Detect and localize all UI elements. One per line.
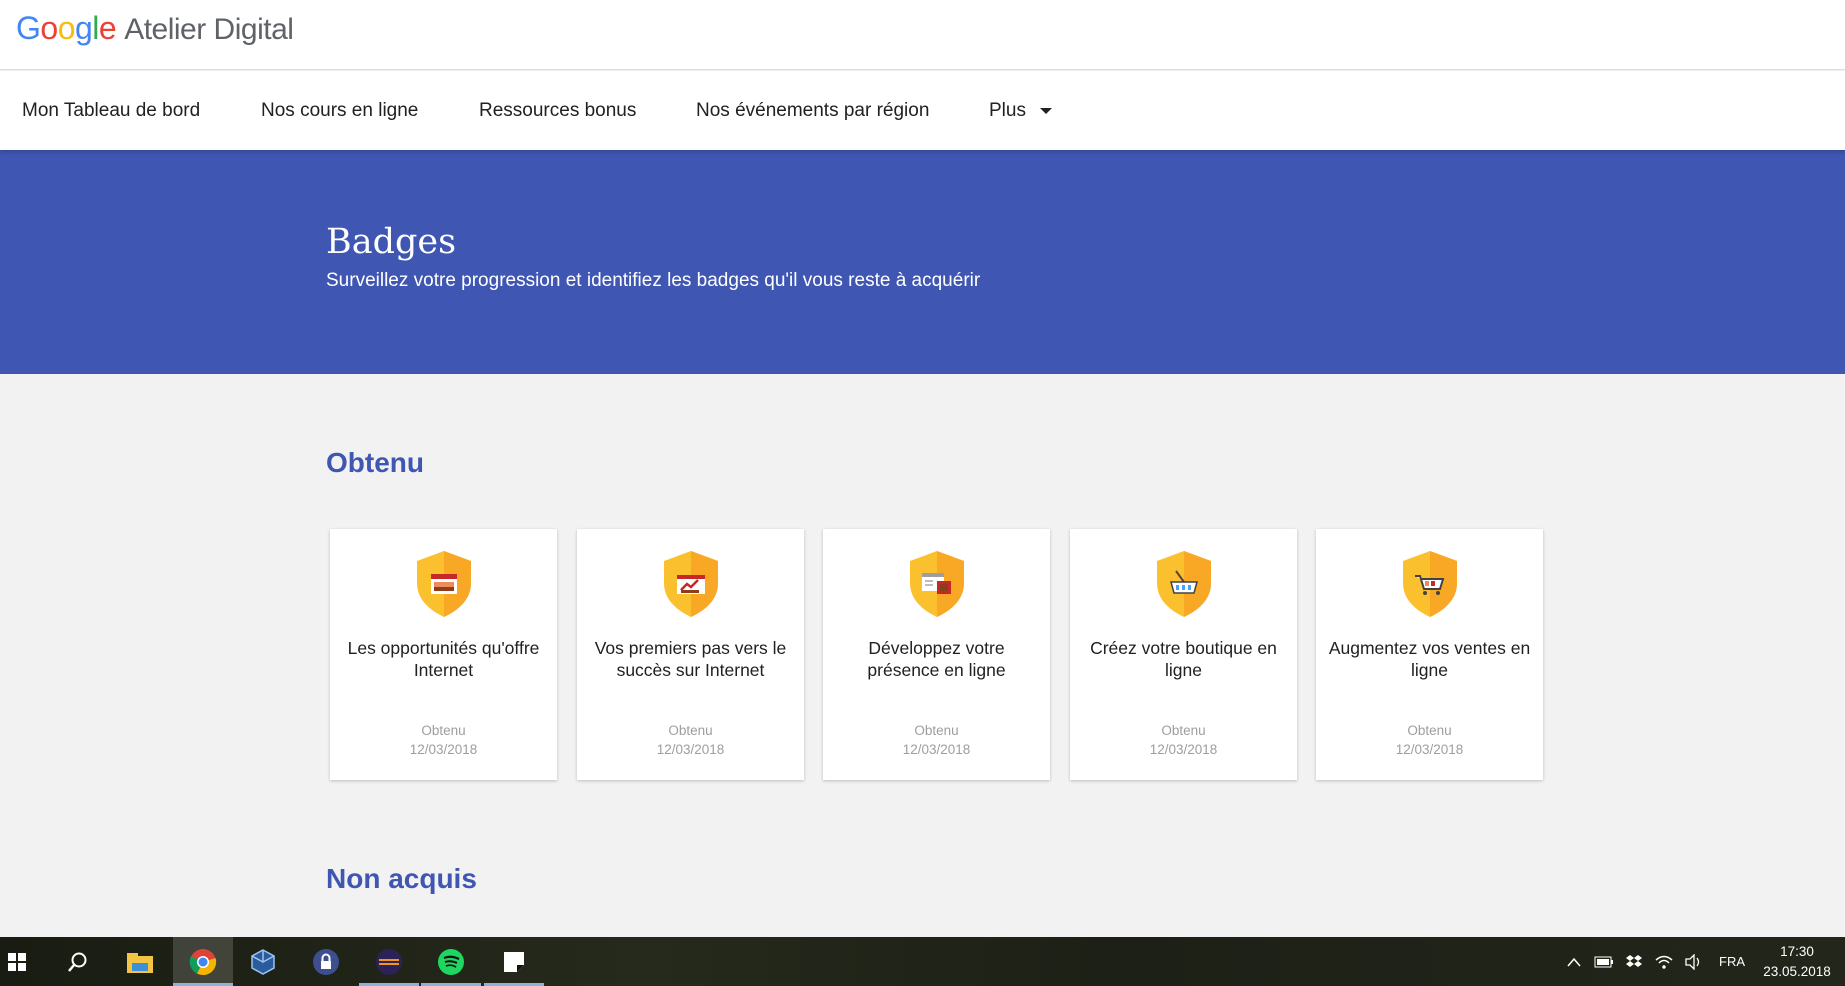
badge-card[interactable]: Développez votre présence en ligne Obten… — [823, 529, 1050, 780]
badge-date: 12/03/2018 — [902, 742, 971, 757]
basket-icon — [1157, 551, 1211, 617]
badge-date: 12/03/2018 — [1395, 742, 1464, 757]
language-indicator[interactable]: FRA — [1712, 937, 1752, 986]
page-subtitle: Surveillez votre progression et identifi… — [326, 270, 981, 291]
badge-card[interactable]: Vos premiers pas vers le succès sur Inte… — [577, 529, 804, 780]
logo-product-name: Atelier Digital — [124, 13, 294, 46]
keepass-icon[interactable] — [296, 937, 356, 986]
badge-name: Vos premiers pas vers le succès sur Inte… — [594, 638, 787, 680]
chrome-icon[interactable] — [173, 937, 233, 986]
battery-icon[interactable] — [1592, 937, 1616, 986]
google-wordmark: Google — [16, 10, 117, 46]
google-atelier-digital-logo[interactable]: Google Atelier Digital — [16, 10, 294, 47]
badge-name: Créez votre boutique en ligne — [1090, 638, 1277, 680]
badge-status: Obtenu 12/03/2018 — [330, 721, 557, 759]
eclipse-icon[interactable] — [359, 937, 419, 986]
badge-date: 12/03/2018 — [409, 742, 478, 757]
webpage-icon — [417, 551, 471, 617]
start-icon[interactable] — [0, 937, 34, 986]
badge-card[interactable]: Augmentez vos ventes en ligne Obtenu 12/… — [1316, 529, 1543, 780]
badge-status-label: Obtenu — [421, 723, 466, 738]
nav-item-bonus-resources[interactable]: Ressources bonus — [479, 71, 636, 150]
windows-taskbar: FRA 17:30 23.05.2018 — [0, 937, 1845, 986]
badge-status: Obtenu 12/03/2018 — [577, 721, 804, 759]
nav-item-online-courses[interactable]: Nos cours en ligne — [261, 71, 418, 150]
virtualbox-icon[interactable] — [233, 937, 293, 986]
badge-name: Développez votre présence en ligne — [867, 638, 1006, 680]
taskbar-clock[interactable]: 17:30 23.05.2018 — [1757, 942, 1837, 982]
section-title-not-earned: Non acquis — [326, 863, 477, 894]
dropbox-icon[interactable] — [1622, 937, 1646, 986]
badge-status-label: Obtenu — [668, 723, 713, 738]
badge-status-label: Obtenu — [914, 723, 959, 738]
volume-icon[interactable] — [1682, 937, 1706, 986]
badge-card[interactable]: Les opportunités qu'offre Internet Obten… — [330, 529, 557, 780]
main-navigation: Mon Tableau de bord Nos cours en ligne R… — [0, 71, 1845, 150]
nav-item-dashboard[interactable]: Mon Tableau de bord — [22, 71, 200, 150]
hero-banner: Badges Surveillez votre progression et i… — [0, 150, 1845, 374]
badge-date: 12/03/2018 — [656, 742, 725, 757]
search-icon[interactable] — [48, 937, 108, 986]
sticky-notes-icon[interactable] — [484, 937, 544, 986]
clock-time: 17:30 — [1780, 944, 1814, 959]
caret-down-icon — [1039, 107, 1052, 114]
badge-status: Obtenu 12/03/2018 — [1070, 721, 1297, 759]
top-header: Google Atelier Digital — [0, 0, 1845, 70]
badge-status: Obtenu 12/03/2018 — [1316, 721, 1543, 759]
section-title-earned: Obtenu — [326, 447, 424, 478]
wifi-icon[interactable] — [1652, 937, 1676, 986]
badge-date: 12/03/2018 — [1149, 742, 1218, 757]
page-title: Badges — [326, 222, 457, 262]
badge-card[interactable]: Créez votre boutique en ligne Obtenu 12/… — [1070, 529, 1297, 780]
badge-status-label: Obtenu — [1407, 723, 1452, 738]
nav-item-more[interactable]: Plus — [989, 71, 1052, 150]
cart-icon — [1403, 551, 1457, 617]
file-explorer-icon[interactable] — [110, 937, 170, 986]
growth-icon — [664, 551, 718, 617]
nav-item-regional-events[interactable]: Nos événements par région — [696, 71, 929, 150]
clock-date: 23.05.2018 — [1763, 964, 1831, 979]
badge-name: Les opportunités qu'offre Internet — [347, 638, 540, 680]
badge-status-label: Obtenu — [1161, 723, 1206, 738]
nav-more-label: Plus — [989, 100, 1026, 121]
badge-status: Obtenu 12/03/2018 — [823, 721, 1050, 759]
presence-icon — [910, 551, 964, 617]
badge-name: Augmentez vos ventes en ligne — [1328, 638, 1531, 680]
spotify-icon[interactable] — [421, 937, 481, 986]
show-hidden-icons-chevron-up-icon[interactable] — [1562, 937, 1586, 986]
